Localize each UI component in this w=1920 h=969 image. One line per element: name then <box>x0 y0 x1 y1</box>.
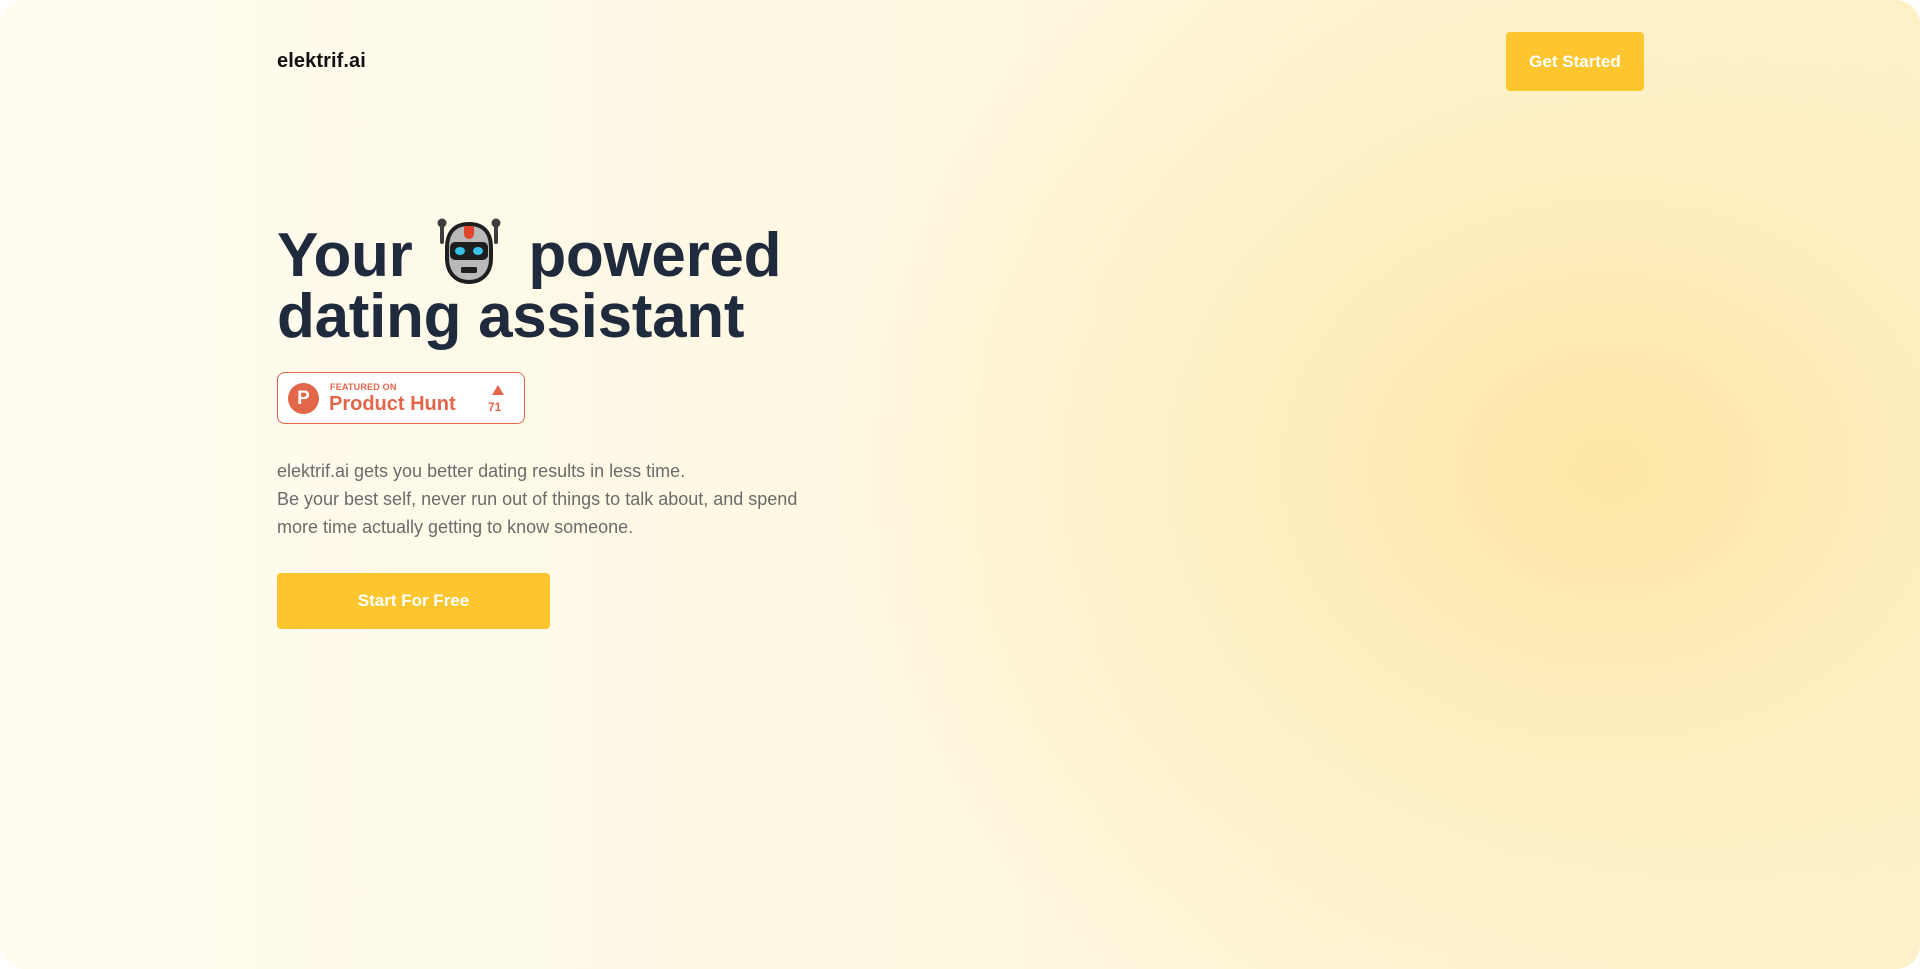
hero-title-word-before: Your <box>277 221 413 290</box>
hero-title: Your powered dating assistant <box>277 214 781 351</box>
robot-face-icon <box>437 218 501 285</box>
product-hunt-badge[interactable]: P FEATURED ON Product Hunt 71 <box>277 372 525 424</box>
hero-description: elektrif.ai gets you better dating resul… <box>277 457 837 541</box>
product-hunt-featured-label: FEATURED ON <box>330 382 397 392</box>
start-for-free-button[interactable]: Start For Free <box>277 573 550 629</box>
product-hunt-name: Product Hunt <box>329 393 456 415</box>
get-started-button[interactable]: Get Started <box>1506 32 1644 91</box>
logo[interactable]: elektrif.ai <box>277 50 366 73</box>
hero-title-line-2: dating assistant <box>277 282 745 351</box>
hero-title-line-1: Your powered <box>277 214 781 287</box>
hero-description-line-2: Be your best self, never run out of thin… <box>277 489 798 537</box>
landing-page: elektrif.ai Get Started Your powered dat… <box>0 0 1920 969</box>
product-hunt-vote-count: 71 <box>488 400 502 414</box>
upvote-arrow-icon <box>492 385 504 395</box>
product-hunt-logo-icon: P <box>288 383 319 414</box>
hero-title-word-after: powered <box>528 221 782 290</box>
hero-description-line-1: elektrif.ai gets you better dating resul… <box>277 461 686 481</box>
